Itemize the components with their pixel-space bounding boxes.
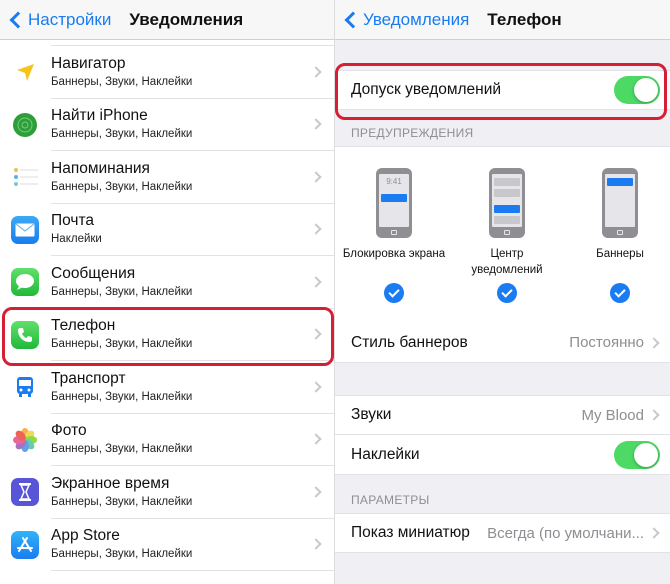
chevron-left-icon [9, 11, 27, 28]
show-previews-row[interactable]: Показ миниатюр Всегда (по умолчани... [335, 513, 670, 553]
app-row-find-iphone[interactable]: Найти iPhone Баннеры, Звуки, Наклейки [0, 98, 334, 151]
app-subtitle: Баннеры, Звуки, Наклейки [51, 128, 193, 141]
back-label: Настройки [28, 9, 112, 29]
notifications-panel: Настройки Уведомления Навигатор Баннеры,… [0, 0, 335, 584]
alert-label: Центр уведомлений [471, 248, 543, 276]
app-name: Телефон [51, 317, 116, 335]
back-button-notifications[interactable]: Уведомления [335, 10, 469, 30]
allow-notifications-row: Допуск уведомлений [335, 70, 670, 110]
app-row-app-store[interactable]: App Store Баннеры, Звуки, Наклейки [0, 518, 334, 571]
photos-icon [11, 425, 39, 454]
app-list: Навигатор Баннеры, Звуки, Наклейки Найти… [0, 41, 334, 571]
badges-toggle[interactable] [614, 440, 660, 469]
app-subtitle: Баннеры, Звуки, Наклейки [51, 75, 193, 88]
banner-style-value: Постоянно [569, 334, 644, 351]
lock-screen-phone-icon: 9:41 [376, 168, 412, 238]
reminders-icon [11, 163, 39, 192]
chevron-right-icon [648, 409, 660, 421]
app-name: Найти iPhone [51, 107, 148, 125]
app-row-screen-time[interactable]: Экранное время Баннеры, Звуки, Наклейки [0, 466, 334, 519]
alert-option-notification-center[interactable]: Центр уведомлений [451, 147, 563, 303]
transit-icon [11, 373, 39, 402]
lock-screen-checkmark[interactable] [384, 283, 404, 303]
notification-center-phone-icon [489, 168, 525, 238]
sounds-row[interactable]: Звуки My Blood [335, 395, 670, 435]
app-subtitle: Баннеры, Звуки, Наклейки [51, 495, 193, 508]
badges-row: Наклейки [335, 435, 670, 475]
app-subtitle: Баннеры, Звуки, Наклейки [51, 390, 193, 403]
chevron-right-icon [648, 336, 660, 349]
screen-time-icon [11, 478, 39, 507]
app-subtitle: Баннеры, Звуки, Наклейки [51, 285, 193, 298]
banner-style-label: Стиль баннеров [351, 333, 468, 351]
app-row-photos[interactable]: Фото Баннеры, Звуки, Наклейки [0, 413, 334, 466]
app-name: Фото [51, 422, 87, 440]
page-title: Уведомления [129, 9, 244, 29]
alerts-section: 9:41 Блокировка экрана Центр уведомлений… [335, 146, 670, 324]
badges-label: Наклейки [351, 445, 420, 463]
allow-notifications-label: Допуск уведомлений [351, 81, 502, 98]
mail-icon [11, 215, 39, 244]
find-iphone-icon [11, 110, 39, 139]
app-subtitle: Наклейки [51, 233, 102, 246]
show-previews-label: Показ миниатюр [351, 524, 470, 541]
chevron-right-icon [648, 527, 660, 539]
nav-bar: Уведомления Телефон [335, 0, 670, 40]
app-name: Почта [51, 212, 95, 230]
app-row-transit[interactable]: Транспорт Баннеры, Звуки, Наклейки [0, 361, 334, 414]
alert-label: Блокировка экрана [342, 248, 446, 260]
back-label: Уведомления [363, 9, 470, 29]
banner-style-row[interactable]: Стиль баннеров Постоянно [335, 323, 670, 363]
messages-icon [11, 268, 39, 297]
app-name: Напоминания [51, 159, 150, 177]
notification-center-checkmark[interactable] [497, 283, 517, 303]
banners-checkmark[interactable] [610, 283, 630, 303]
app-row-mail[interactable]: Почта Наклейки [0, 203, 334, 256]
alert-option-lock-screen[interactable]: 9:41 Блокировка экрана [338, 147, 450, 303]
nav-bar: Настройки Уведомления [0, 0, 334, 40]
chevron-left-icon [344, 11, 362, 28]
banners-phone-icon [602, 168, 638, 238]
show-previews-value: Всегда (по умолчани... [487, 524, 644, 542]
app-row-phone[interactable]: Телефон Баннеры, Звуки, Наклейки [0, 308, 334, 361]
sounds-label: Звуки [351, 406, 392, 423]
app-name: Транспорт [51, 369, 126, 387]
alert-label: Баннеры [596, 248, 644, 260]
app-subtitle: Баннеры, Звуки, Наклейки [51, 548, 193, 561]
sounds-value: My Blood [581, 406, 644, 424]
alerts-section-header: ПРЕДУПРЕЖДЕНИЯ [351, 126, 474, 140]
back-button-settings[interactable]: Настройки [0, 10, 111, 30]
navigator-icon [11, 58, 39, 87]
alert-option-banners[interactable]: Баннеры [564, 147, 670, 303]
options-section-header: ПАРАМЕТРЫ [351, 493, 430, 507]
app-row-navigator[interactable]: Навигатор Баннеры, Звуки, Наклейки [0, 46, 334, 99]
allow-notifications-toggle[interactable] [614, 76, 660, 104]
lock-screen-time: 9:41 [386, 177, 402, 186]
app-row-messages[interactable]: Сообщения Баннеры, Звуки, Наклейки [0, 256, 334, 309]
app-name: Навигатор [51, 54, 126, 72]
app-store-icon [11, 530, 39, 559]
app-name: Сообщения [51, 264, 136, 282]
app-name: App Store [51, 527, 120, 545]
app-subtitle: Баннеры, Звуки, Наклейки [51, 443, 193, 456]
app-name: Экранное время [51, 474, 170, 492]
page-title: Телефон [487, 9, 562, 29]
app-subtitle: Баннеры, Звуки, Наклейки [51, 180, 193, 193]
app-row-reminders[interactable]: Напоминания Баннеры, Звуки, Наклейки [0, 151, 334, 204]
phone-notifications-panel: Уведомления Телефон Допуск уведомлений П… [335, 0, 670, 584]
phone-icon [11, 320, 39, 349]
app-subtitle: Баннеры, Звуки, Наклейки [51, 338, 193, 351]
